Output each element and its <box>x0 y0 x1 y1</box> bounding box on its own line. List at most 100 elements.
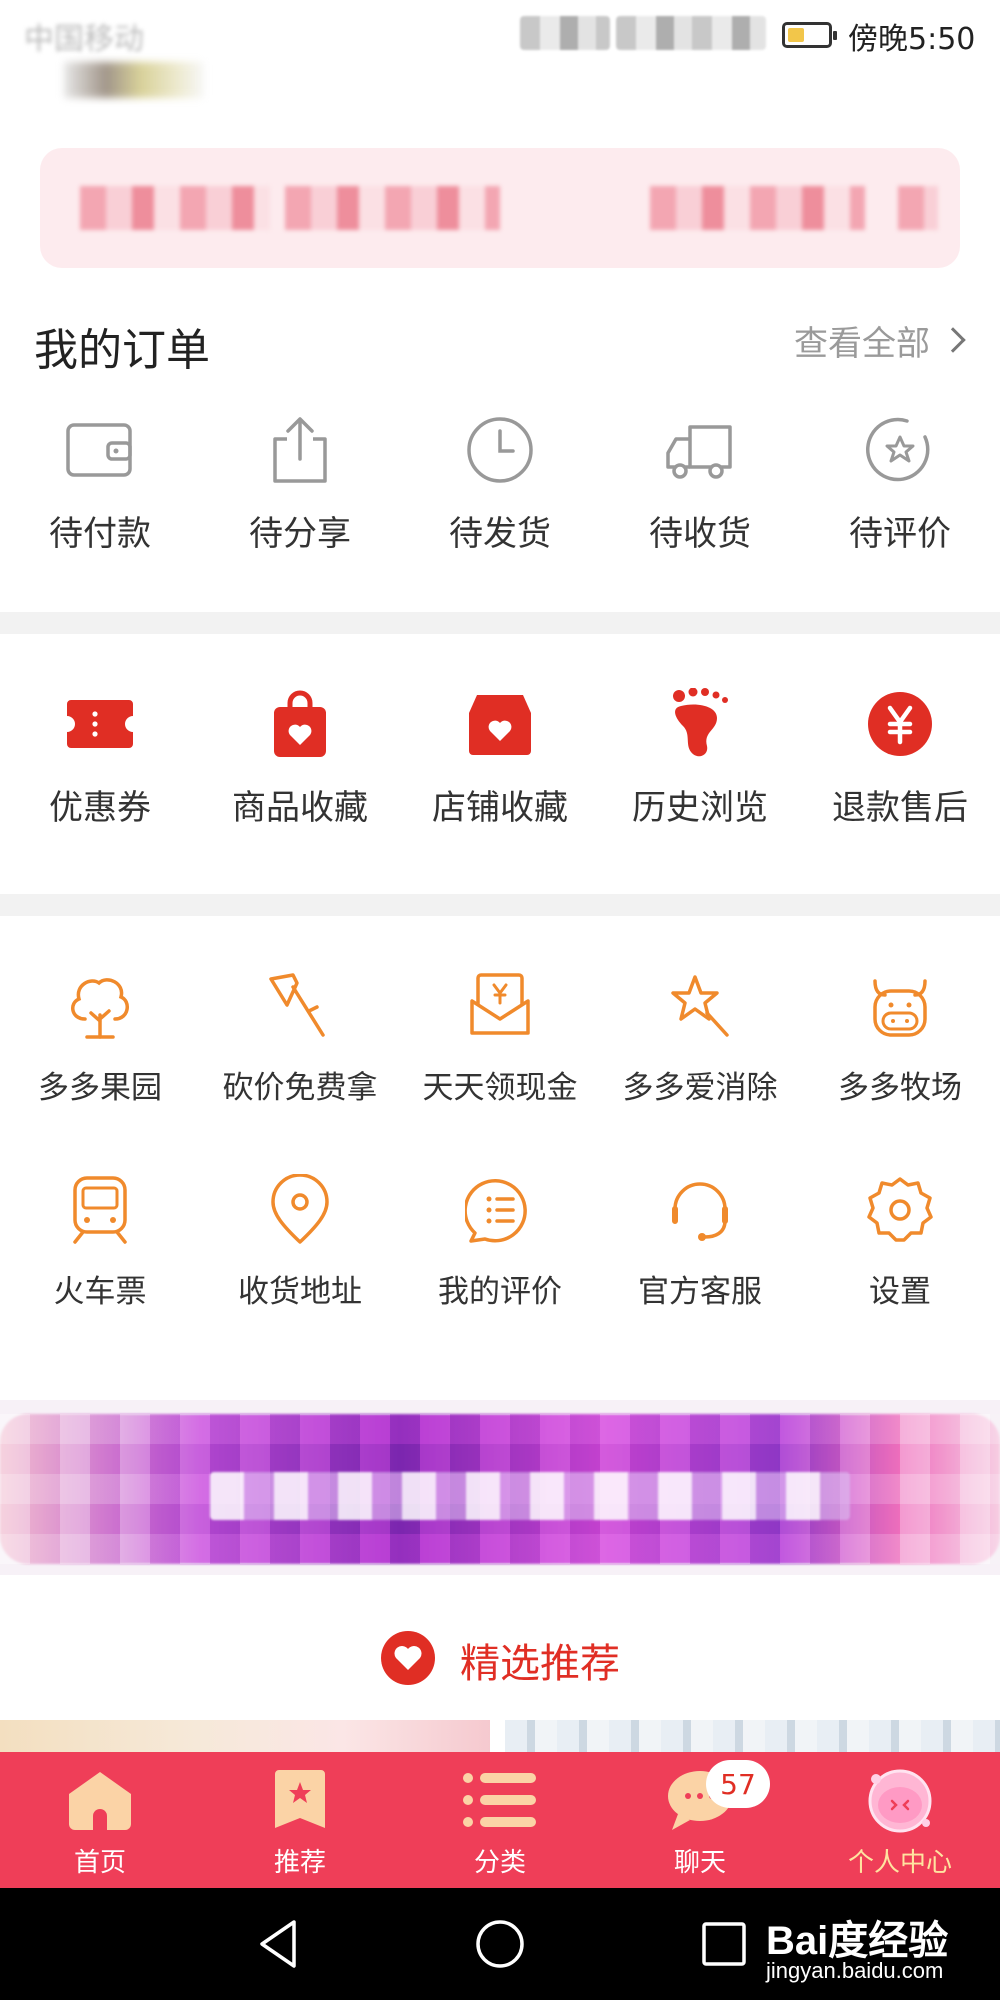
tab-home[interactable]: 首页 <box>0 1752 200 1888</box>
coupon-icon <box>60 684 140 764</box>
order-pending-receipt-label: 待收货 <box>649 514 751 554</box>
train-tickets[interactable]: 火车票 <box>0 1170 200 1311</box>
refund-after-sales-label: 退款售后 <box>832 788 968 828</box>
bargain-free[interactable]: 砍价免费拿 <box>200 966 400 1107</box>
home-icon <box>62 1766 138 1834</box>
services-row: 优惠券 商品收藏 店铺收藏 历史浏览 退款售后 <box>0 684 1000 829</box>
unread-count-badge: 57 <box>706 1760 770 1808</box>
cash-envelope-icon <box>460 966 540 1046</box>
back-nav-button[interactable] <box>252 1916 308 1972</box>
share-icon <box>260 410 340 490</box>
daily-cash[interactable]: 天天领现金 <box>400 966 600 1107</box>
customer-service-label: 官方客服 <box>638 1274 762 1310</box>
tab-recommend[interactable]: 推荐 <box>200 1752 400 1888</box>
status-time: 傍晚5:50 <box>848 22 976 57</box>
tools-row-2: 火车票 收货地址 我的评价 官方客服 设置 <box>0 1170 1000 1311</box>
star-wand-icon <box>660 966 740 1046</box>
comment-icon <box>460 1170 540 1250</box>
profile-avatar-icon <box>862 1766 938 1834</box>
status-icons-blurred <box>520 16 610 50</box>
home-nav-button[interactable] <box>472 1916 528 1972</box>
clock-icon <box>460 410 540 490</box>
bottom-tab-bar: 首页 推荐 分类 聊天 57 个人中心 <box>0 1752 1000 1888</box>
settings-label: 设置 <box>869 1274 931 1310</box>
order-pending-share-label: 待分享 <box>249 514 351 554</box>
footprint-icon <box>660 684 740 764</box>
membership-banner[interactable] <box>40 148 960 268</box>
shipping-address[interactable]: 收货地址 <box>200 1170 400 1311</box>
section-divider <box>0 894 1000 916</box>
view-all-label: 查看全部 <box>794 323 930 364</box>
tools-row-1: 多多果园 砍价免费拿 天天领现金 多多爱消除 多多牧场 <box>0 966 1000 1107</box>
axe-icon <box>260 966 340 1046</box>
tab-recommend-label: 推荐 <box>273 1848 326 1878</box>
recents-nav-button[interactable] <box>696 1916 752 1972</box>
my-reviews-label: 我的评价 <box>438 1274 562 1310</box>
order-pending-payment-label: 待付款 <box>49 514 151 554</box>
wallet-icon <box>60 410 140 490</box>
cow-icon <box>860 966 940 1046</box>
coupons[interactable]: 优惠券 <box>0 684 200 829</box>
tab-home-label: 首页 <box>73 1848 126 1878</box>
order-status-row: 待付款 待分享 待发货 待收货 待评价 <box>0 410 1000 555</box>
recommend-header: 精选推荐 <box>0 1600 1000 1720</box>
user-avatar-blurred[interactable] <box>64 62 204 98</box>
recents-square-icon <box>702 1922 746 1966</box>
product-thumbnail[interactable] <box>505 1720 1000 1752</box>
back-triangle-icon <box>260 1920 296 1968</box>
section-divider <box>0 612 1000 634</box>
recommend-icon <box>262 1766 338 1834</box>
tab-profile-label: 个人中心 <box>847 1848 952 1878</box>
orders-header: 我的订单 查看全部 <box>0 300 1000 380</box>
tree-icon <box>60 966 140 1046</box>
refund-after-sales[interactable]: 退款售后 <box>800 684 1000 829</box>
order-pending-payment[interactable]: 待付款 <box>0 410 200 555</box>
recommended-products-preview[interactable] <box>0 1720 1000 1752</box>
heart-badge-icon <box>380 1630 436 1690</box>
duoduo-ranch[interactable]: 多多牧场 <box>800 966 1000 1107</box>
duoduo-orchard[interactable]: 多多果园 <box>0 966 200 1107</box>
headset-icon <box>660 1170 740 1250</box>
tab-category[interactable]: 分类 <box>400 1752 600 1888</box>
duoduo-orchard-label: 多多果园 <box>38 1070 162 1106</box>
my-reviews[interactable]: 我的评价 <box>400 1170 600 1311</box>
carrier-name: 中国移动 <box>24 22 144 57</box>
product-favorites[interactable]: 商品收藏 <box>200 684 400 829</box>
shop-heart-icon <box>460 684 540 764</box>
bag-heart-icon <box>260 684 340 764</box>
order-pending-receipt[interactable]: 待收货 <box>600 410 800 555</box>
orders-title: 我的订单 <box>34 325 210 376</box>
bargain-free-label: 砍价免费拿 <box>222 1070 378 1106</box>
duoduo-match-label: 多多爱消除 <box>622 1070 778 1106</box>
order-pending-review[interactable]: 待评价 <box>800 410 1000 555</box>
gear-icon <box>860 1170 940 1250</box>
shop-favorites-label: 店铺收藏 <box>432 788 568 828</box>
coupons-label: 优惠券 <box>49 788 151 828</box>
review-star-icon <box>860 410 940 490</box>
browsing-history[interactable]: 历史浏览 <box>600 684 800 829</box>
watermark-url: jingyan.baidu.com <box>766 1958 944 1983</box>
order-pending-shipment[interactable]: 待发货 <box>400 410 600 555</box>
promo-banner[interactable] <box>0 1400 1000 1575</box>
recommend-label: 精选推荐 <box>460 1641 620 1687</box>
tab-category-label: 分类 <box>473 1848 526 1878</box>
tab-profile[interactable]: 个人中心 <box>800 1752 1000 1888</box>
shipping-address-label: 收货地址 <box>238 1274 362 1310</box>
settings[interactable]: 设置 <box>800 1170 1000 1311</box>
duoduo-ranch-label: 多多牧场 <box>838 1070 962 1106</box>
train-icon <box>60 1170 140 1250</box>
duoduo-match[interactable]: 多多爱消除 <box>600 966 800 1107</box>
tab-chat[interactable]: 聊天 57 <box>600 1752 800 1888</box>
home-circle-icon <box>476 1920 524 1968</box>
shop-favorites[interactable]: 店铺收藏 <box>400 684 600 829</box>
view-all-orders-link[interactable]: 查看全部 <box>794 318 970 364</box>
product-thumbnail[interactable] <box>0 1720 490 1752</box>
browsing-history-label: 历史浏览 <box>632 788 768 828</box>
status-bar: 中国移动 傍晚5:50 <box>0 0 1000 70</box>
order-pending-share[interactable]: 待分享 <box>200 410 400 555</box>
tab-chat-label: 聊天 <box>673 1848 726 1878</box>
customer-service[interactable]: 官方客服 <box>600 1170 800 1311</box>
order-pending-shipment-label: 待发货 <box>449 514 551 554</box>
chevron-right-icon <box>940 327 966 353</box>
product-favorites-label: 商品收藏 <box>232 788 368 828</box>
